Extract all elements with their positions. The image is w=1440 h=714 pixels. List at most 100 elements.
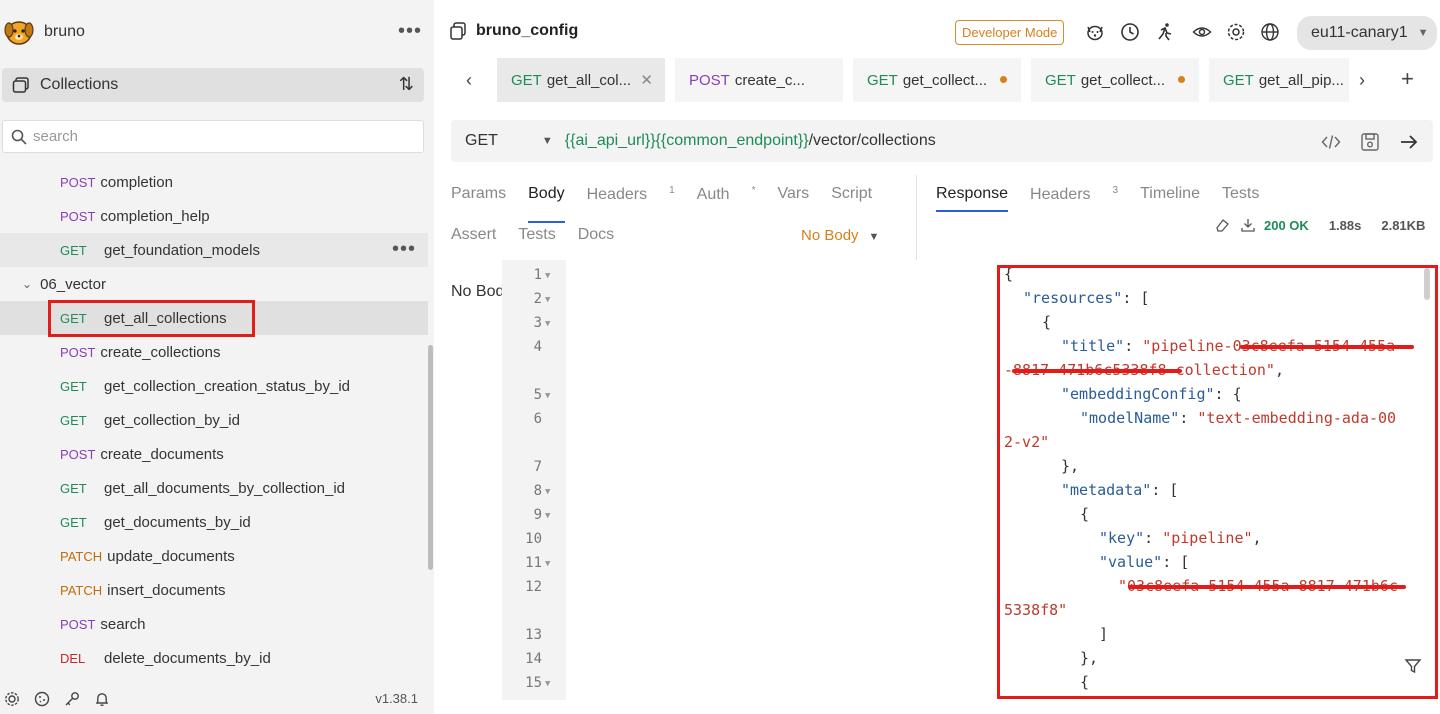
tab-method: GET <box>867 71 898 89</box>
tab-get-all-pipelines[interactable]: GET get_all_pip... <box>1209 58 1349 102</box>
request-item-search[interactable]: POST search <box>0 607 428 641</box>
tab-response-headers[interactable]: Headers 3 <box>1030 185 1118 204</box>
environment-name: eu11-canary1 <box>1311 24 1408 41</box>
request-item-create-documents[interactable]: POST create_documents <box>0 437 428 471</box>
request-item-create-collections[interactable]: POST create_collections <box>0 335 428 369</box>
runner-icon[interactable] <box>1155 22 1175 42</box>
line-number: 11 <box>525 555 542 571</box>
collections-header[interactable]: Collections ⇅ <box>2 68 424 102</box>
auth-marker: * <box>751 185 756 196</box>
download-icon[interactable] <box>1240 217 1256 233</box>
close-tab-icon[interactable]: ✕ <box>640 71 653 89</box>
fold-icon[interactable]: ▼ <box>545 559 550 569</box>
fold-icon[interactable]: ▼ <box>545 511 550 521</box>
method-selector[interactable]: GET <box>465 132 498 150</box>
sidebar: bruno ••• Collections ⇅ POST completion … <box>0 0 434 714</box>
request-item-get-foundation-models[interactable]: GET get_foundation_models ••• <box>0 233 428 267</box>
fold-icon[interactable]: ▼ <box>545 295 550 305</box>
method-label: GET <box>60 242 87 258</box>
line-number: 3 <box>533 315 542 331</box>
clock-icon[interactable] <box>1120 22 1140 42</box>
folder-06-vector[interactable]: ⌄ 06_vector <box>0 267 428 301</box>
request-name: completion <box>100 173 173 191</box>
tab-response[interactable]: Response <box>936 185 1009 213</box>
request-item-get-collection-creation-status[interactable]: GET get_collection_creation_status_by_id <box>0 369 428 403</box>
line-number: 5 <box>533 387 542 403</box>
tab-label: Auth <box>696 186 730 204</box>
tab-get-collection-2[interactable]: GET get_collect... <box>1031 58 1199 102</box>
fold-icon[interactable]: ▼ <box>545 319 550 329</box>
unsaved-dot <box>1178 76 1185 83</box>
tab-tests[interactable]: Tests <box>518 226 555 244</box>
filter-icon[interactable] <box>1404 657 1422 675</box>
eye-icon[interactable] <box>1192 22 1212 42</box>
fold-icon[interactable]: ▼ <box>545 271 550 281</box>
method-label: GET <box>60 480 87 496</box>
environment-selector[interactable]: eu11-canary1 ▼ <box>1297 16 1437 50</box>
globe-icon[interactable] <box>1260 22 1280 42</box>
request-item-get-documents-by-id[interactable]: GET get_documents_by_id <box>0 505 428 539</box>
url-input[interactable]: {{ai_api_url}}{{common_endpoint}}/vector… <box>565 132 936 150</box>
response-scrollbar[interactable] <box>1424 268 1430 300</box>
tab-script[interactable]: Script <box>831 185 872 215</box>
url-bar: GET ▼ {{ai_api_url}}{{common_endpoint}}/… <box>451 120 1433 162</box>
tab-get-all-collections[interactable]: GET get_all_col... ✕ <box>497 58 665 102</box>
code-icon[interactable] <box>1321 132 1341 152</box>
chevron-left-icon[interactable]: ‹ <box>466 70 472 91</box>
response-size: 2.81KB <box>1381 217 1426 233</box>
tab-body[interactable]: Body <box>528 185 566 223</box>
request-item-get-all-documents[interactable]: GET get_all_documents_by_collection_id <box>0 471 428 505</box>
body-mode-selector[interactable]: No Body ▼ <box>801 227 879 244</box>
request-name: get_foundation_models <box>104 241 260 259</box>
tab-get-collection-1[interactable]: GET get_collect... <box>853 58 1021 102</box>
developer-mode-badge[interactable]: Developer Mode <box>955 20 1065 45</box>
request-item-delete-documents[interactable]: DEL delete_documents_by_id <box>0 641 428 675</box>
eraser-icon[interactable] <box>1214 217 1230 233</box>
key-icon[interactable] <box>64 691 80 707</box>
row-more-icon[interactable]: ••• <box>392 238 416 261</box>
request-item-update-documents[interactable]: PATCH update_documents <box>0 539 428 573</box>
settings-icon[interactable] <box>1226 22 1246 42</box>
fold-icon[interactable]: ▼ <box>545 487 550 497</box>
method-label: POST <box>60 208 96 224</box>
tab-timeline[interactable]: Timeline <box>1140 185 1200 204</box>
tab-label: get_collect... <box>1080 71 1166 89</box>
response-code-viewer[interactable]: 1 ▼ 2 ▼ 3 ▼ 4 5 ▼ 6 7 8 ▼ 9 ▼ 10 11 ▼ 12 13 14 … <box>502 260 998 700</box>
cookie-icon[interactable] <box>34 691 50 707</box>
sort-icon[interactable]: ⇅ <box>399 74 414 95</box>
tab-create-collections[interactable]: POST create_c... <box>675 58 843 102</box>
collection-name: bruno_config <box>476 22 579 39</box>
save-icon[interactable] <box>1360 132 1380 152</box>
tab-assert[interactable]: Assert <box>451 226 496 244</box>
dog-face-icon[interactable] <box>1085 22 1105 42</box>
sidebar-scrollbar[interactable] <box>428 345 433 570</box>
headers-count: 1 <box>669 185 675 196</box>
tab-auth[interactable]: Auth * <box>697 185 756 215</box>
method-label: GET <box>60 378 87 394</box>
bell-icon[interactable] <box>94 691 110 707</box>
line-number: 6 <box>533 411 542 427</box>
line-number: 15 <box>525 675 542 691</box>
send-arrow-icon[interactable] <box>1399 132 1419 152</box>
more-options-icon[interactable]: ••• <box>398 20 422 43</box>
url-variable: {{ai_api_url}} <box>564 132 656 149</box>
tab-vars[interactable]: Vars <box>777 185 809 215</box>
tab-response-tests[interactable]: Tests <box>1222 185 1259 204</box>
fold-icon[interactable]: ▼ <box>545 679 550 689</box>
tab-headers[interactable]: Headers 1 <box>587 185 675 215</box>
request-item-completion-help[interactable]: POST completion_help <box>0 199 428 233</box>
line-number: 7 <box>533 459 542 475</box>
search-input[interactable] <box>33 128 413 145</box>
caret-down-icon[interactable]: ▼ <box>542 135 553 147</box>
new-tab-plus-icon[interactable]: + <box>1401 66 1414 92</box>
fold-icon[interactable]: ▼ <box>545 391 550 401</box>
request-item-completion[interactable]: POST completion <box>0 165 428 199</box>
tab-docs[interactable]: Docs <box>578 226 614 244</box>
request-item-get-collection-by-id[interactable]: GET get_collection_by_id <box>0 403 428 437</box>
chevron-right-icon[interactable]: › <box>1359 70 1365 91</box>
request-item-insert-documents[interactable]: PATCH insert_documents <box>0 573 428 607</box>
search-box[interactable] <box>2 120 424 153</box>
tab-params[interactable]: Params <box>451 185 506 215</box>
chevron-down-icon[interactable]: ⌄ <box>22 277 32 291</box>
settings-gear-icon[interactable] <box>4 691 20 707</box>
